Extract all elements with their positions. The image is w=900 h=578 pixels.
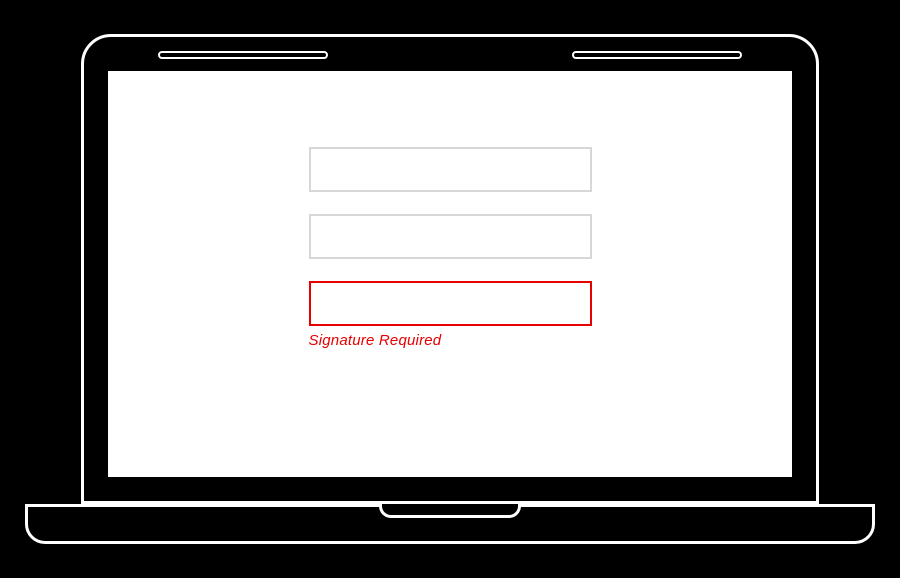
speaker-left: [158, 51, 328, 59]
laptop-screen: Signature Required: [108, 71, 792, 477]
error-message: Signature Required: [309, 332, 442, 349]
laptop-bezel: Signature Required: [81, 34, 819, 504]
input-field-2[interactable]: [309, 214, 592, 259]
trackpad-notch: [379, 504, 521, 518]
signature-field[interactable]: [309, 281, 592, 326]
laptop-base: [25, 504, 875, 544]
input-field-1[interactable]: [309, 147, 592, 192]
form: Signature Required: [309, 147, 592, 349]
laptop-diagram: Signature Required: [25, 34, 875, 544]
speaker-row: [108, 51, 792, 59]
speaker-right: [572, 51, 742, 59]
